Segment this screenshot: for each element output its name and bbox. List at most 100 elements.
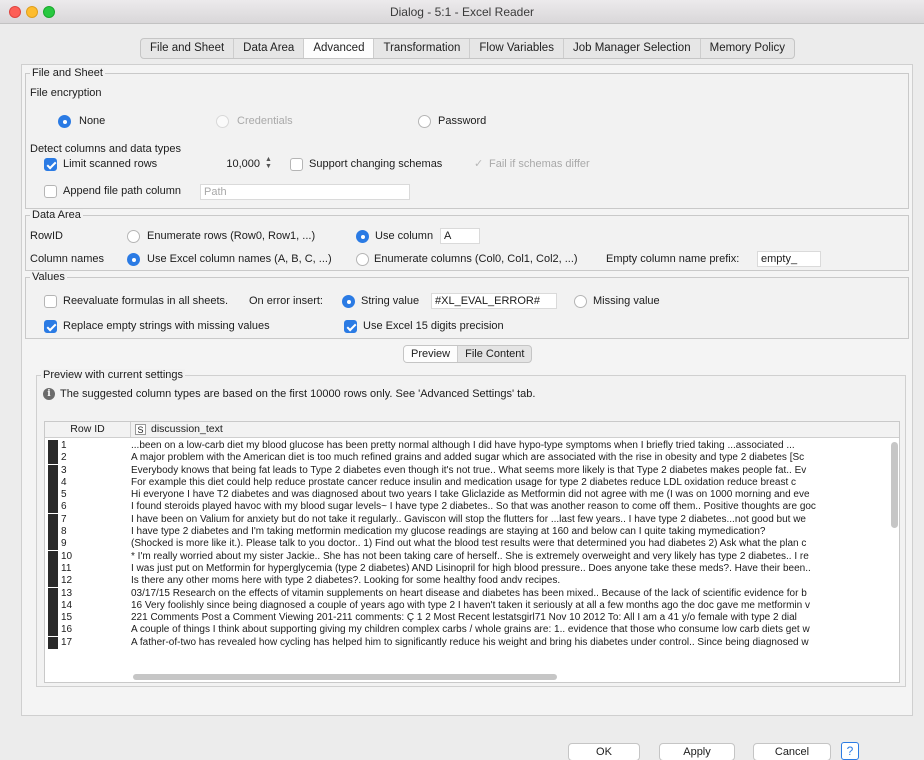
row-marker bbox=[48, 587, 58, 600]
help-icon[interactable]: ? bbox=[841, 742, 859, 760]
missing-value-radio[interactable] bbox=[574, 295, 587, 308]
string-value-radio[interactable] bbox=[342, 295, 355, 308]
append-file-path-label[interactable]: Append file path column bbox=[63, 185, 181, 197]
row-marker bbox=[48, 464, 58, 477]
discussion-text-cell: For example this diet could help reduce … bbox=[131, 476, 797, 488]
tab-data-area[interactable]: Data Area bbox=[234, 39, 305, 58]
table-row[interactable]: 4 For example this diet could help reduce… bbox=[45, 476, 891, 489]
tab-flow-variables[interactable]: Flow Variables bbox=[470, 39, 564, 58]
title-bar: Dialog - 5:1 - Excel Reader bbox=[0, 0, 924, 24]
tab-job-manager-selection[interactable]: Job Manager Selection bbox=[564, 39, 701, 58]
tab-preview[interactable]: Preview bbox=[404, 346, 459, 362]
table-row[interactable]: 3 Everybody knows that being fat leads to… bbox=[45, 464, 891, 477]
row-marker bbox=[48, 513, 58, 526]
table-row[interactable]: 8 I have type 2 diabetes and I'm taking m… bbox=[45, 526, 891, 539]
ok-button[interactable]: OK bbox=[568, 743, 640, 760]
advanced-settings-panel: File and Sheet File encryption None Cred… bbox=[21, 64, 913, 716]
path-column-name-input[interactable]: Path bbox=[200, 184, 410, 200]
excel15-precision-label[interactable]: Use Excel 15 digits precision bbox=[363, 320, 504, 332]
limit-scanned-rows-label[interactable]: Limit scanned rows bbox=[63, 158, 157, 170]
table-row[interactable]: 7 I have been on Valium for anxiety but d… bbox=[45, 513, 891, 526]
detect-columns-label: Detect columns and data types bbox=[30, 143, 182, 155]
table-header: Row ID S discussion_text bbox=[45, 422, 899, 438]
tab-memory-policy[interactable]: Memory Policy bbox=[701, 39, 794, 58]
vertical-scrollbar[interactable] bbox=[891, 442, 898, 528]
row-marker bbox=[48, 489, 58, 502]
discussion-text-cell: I found steroids played havoc with my bl… bbox=[131, 501, 816, 513]
enumerate-columns-label[interactable]: Enumerate columns (Col0, Col1, Col2, ...… bbox=[374, 253, 578, 265]
encryption-none-radio[interactable] bbox=[58, 115, 71, 128]
discussion-text-cell: Hi everyone I have T2 diabetes and was d… bbox=[131, 489, 810, 501]
scanned-rows-input[interactable]: 10,000 bbox=[194, 156, 264, 172]
tab-file-content[interactable]: File Content bbox=[458, 346, 531, 362]
reevaluate-formulas-checkbox[interactable] bbox=[44, 295, 57, 308]
row-id-cell: 7 bbox=[61, 513, 67, 525]
encryption-password-label[interactable]: Password bbox=[438, 115, 486, 127]
error-string-input[interactable]: #XL_EVAL_ERROR# bbox=[431, 293, 557, 309]
limit-scanned-rows-checkbox[interactable] bbox=[44, 158, 57, 171]
encryption-credentials-radio[interactable] bbox=[216, 115, 229, 128]
excel-column-names-radio[interactable] bbox=[127, 253, 140, 266]
missing-value-label[interactable]: Missing value bbox=[593, 295, 660, 307]
table-row[interactable]: 13 03/17/15 Research on the effects of vi… bbox=[45, 587, 891, 600]
discussion-text-cell: I was just put on Metformin for hypergly… bbox=[131, 562, 811, 574]
table-row[interactable]: 15 221 Comments Post a Comment Viewing 20… bbox=[45, 612, 891, 625]
excel-column-names-label[interactable]: Use Excel column names (A, B, C, ...) bbox=[147, 253, 332, 265]
discussion-text-cell: A major problem with the American diet i… bbox=[131, 452, 805, 464]
row-marker bbox=[48, 440, 58, 452]
use-column-label[interactable]: Use column bbox=[375, 230, 433, 242]
replace-empty-strings-checkbox[interactable] bbox=[44, 320, 57, 333]
table-row[interactable]: 17 A father-of-two has revealed how cycli… bbox=[45, 636, 891, 649]
tab-advanced[interactable]: Advanced bbox=[304, 39, 375, 58]
encryption-credentials-label[interactable]: Credentials bbox=[237, 115, 293, 127]
group-label: Preview with current settings bbox=[41, 369, 185, 381]
table-row[interactable]: 10 * I'm really worried about my sister J… bbox=[45, 550, 891, 563]
discussion-text-cell: 03/17/15 Research on the effects of vita… bbox=[131, 587, 807, 599]
preview-table[interactable]: Row ID S discussion_text 1 ...been on a l… bbox=[44, 421, 900, 683]
tab-file-and-sheet[interactable]: File and Sheet bbox=[141, 39, 235, 58]
table-row[interactable]: 14 16 Very foolishly since being diagnose… bbox=[45, 599, 891, 612]
discussion-text-cell: I have been on Valium for anxiety but do… bbox=[131, 513, 806, 525]
table-row[interactable]: 9 (Shocked is more like it.). Please talk… bbox=[45, 538, 891, 551]
fail-schemas-differ-checkbox[interactable]: ✓ bbox=[474, 158, 487, 171]
tab-transformation[interactable]: Transformation bbox=[374, 39, 471, 58]
table-row[interactable]: 5 Hi everyone I have T2 diabetes and was … bbox=[45, 489, 891, 502]
enumerate-rows-radio[interactable] bbox=[127, 230, 140, 243]
empty-prefix-input[interactable]: empty_ bbox=[757, 251, 821, 267]
apply-button[interactable]: Apply bbox=[659, 743, 735, 760]
append-file-path-checkbox[interactable] bbox=[44, 185, 57, 198]
replace-empty-strings-label[interactable]: Replace empty strings with missing value… bbox=[63, 320, 270, 332]
support-changing-schemas-checkbox[interactable] bbox=[290, 158, 303, 171]
enumerate-columns-radio[interactable] bbox=[356, 253, 369, 266]
table-row[interactable]: 16 A couple of things I think about suppo… bbox=[45, 624, 891, 637]
column-header-rowid[interactable]: Row ID bbox=[45, 422, 131, 438]
rowid-column-input[interactable]: A bbox=[440, 228, 480, 244]
support-changing-schemas-label[interactable]: Support changing schemas bbox=[309, 158, 442, 170]
horizontal-scrollbar[interactable] bbox=[133, 674, 557, 680]
table-row[interactable]: 2 A major problem with the American diet … bbox=[45, 452, 891, 465]
row-marker bbox=[48, 476, 58, 489]
excel15-precision-checkbox[interactable] bbox=[344, 320, 357, 333]
row-id-cell: 2 bbox=[61, 452, 67, 464]
discussion-text-cell: 221 Comments Post a Comment Viewing 201-… bbox=[131, 612, 797, 624]
table-row[interactable]: 1 ...been on a low-carb diet my blood glu… bbox=[45, 440, 891, 452]
table-row[interactable]: 11 I was just put on Metformin for hyperg… bbox=[45, 562, 891, 575]
row-id-cell: 13 bbox=[61, 587, 73, 599]
row-id-cell: 17 bbox=[61, 636, 73, 648]
column-header-discussion-text[interactable]: discussion_text bbox=[151, 422, 223, 437]
group-label: Data Area bbox=[30, 209, 83, 221]
discussion-text-cell: * I'm really worried about my sister Jac… bbox=[131, 550, 809, 562]
string-value-label[interactable]: String value bbox=[361, 295, 419, 307]
row-marker bbox=[48, 526, 58, 539]
row-id-cell: 15 bbox=[61, 612, 73, 624]
fail-schemas-differ-label[interactable]: Fail if schemas differ bbox=[489, 158, 590, 170]
use-column-radio[interactable] bbox=[356, 230, 369, 243]
encryption-none-label[interactable]: None bbox=[79, 115, 105, 127]
scanned-rows-spinner[interactable]: ▲ ▼ bbox=[264, 156, 273, 172]
enumerate-rows-label[interactable]: Enumerate rows (Row0, Row1, ...) bbox=[147, 230, 315, 242]
cancel-button[interactable]: Cancel bbox=[753, 743, 831, 760]
table-row[interactable]: 6 I found steroids played havoc with my b… bbox=[45, 501, 891, 514]
encryption-password-radio[interactable] bbox=[418, 115, 431, 128]
reevaluate-formulas-label[interactable]: Reevaluate formulas in all sheets. bbox=[63, 295, 228, 307]
table-row[interactable]: 12 Is there any other moms here with type… bbox=[45, 575, 891, 588]
